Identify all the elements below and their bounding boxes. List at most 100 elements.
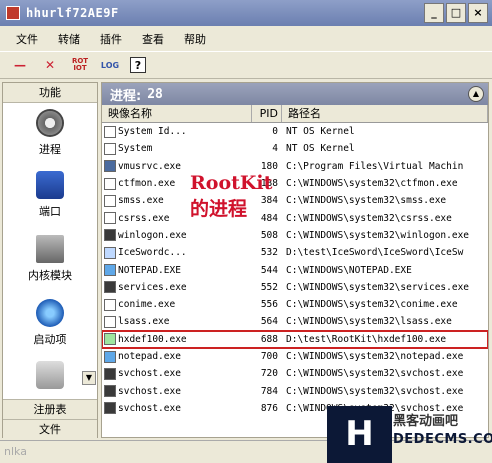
process-name: System	[118, 143, 153, 155]
cell-pid: 564	[260, 316, 278, 328]
function-panel: 功能 进程 端口 内核模块 启动项 ▼ 注册表 文件	[2, 82, 98, 439]
cell-image-name: winlogon.exe	[102, 229, 252, 242]
minimize-button[interactable]: _	[424, 3, 444, 23]
cell-path: NT OS Kernel	[286, 143, 355, 155]
sidebar-item-startup[interactable]: 启动项	[3, 299, 97, 347]
cell-path: C:\WINDOWS\system32\svchost.exe	[286, 368, 464, 380]
column-image-name[interactable]: 映像名称	[102, 105, 252, 122]
table-row[interactable]: svchost.exe 720 C:\WINDOWS\system32\svchos…	[102, 365, 488, 382]
sidebar-item-label: 端口	[39, 205, 61, 218]
menu-view[interactable]: 查看	[140, 30, 166, 48]
tab-registry[interactable]: 注册表	[3, 399, 97, 419]
cell-path: C:\Program Files\Virtual Machin	[286, 160, 464, 172]
minus-icon[interactable]: —	[10, 55, 30, 75]
process-name: IceSwordc...	[118, 247, 187, 259]
menu-file[interactable]: 文件	[14, 30, 40, 48]
cell-pid: 508	[260, 229, 278, 241]
table-row[interactable]: hxdef100.exe 688 D:\test\RootKit\hxdef100.…	[102, 329, 488, 349]
function-panel-header: 功能	[3, 83, 97, 103]
help-icon[interactable]: ?	[130, 57, 146, 73]
menu-dump[interactable]: 转储	[56, 30, 82, 48]
process-icon	[104, 246, 116, 259]
process-icon	[104, 125, 116, 138]
process-icon	[104, 333, 116, 346]
status-text: nlka	[4, 445, 27, 458]
process-icon	[104, 160, 116, 173]
process-name: winlogon.exe	[118, 229, 187, 241]
cell-path: C:\WINDOWS\system32\lsass.exe	[286, 316, 452, 328]
table-row[interactable]: ctfmon.exe 188 C:\WINDOWS\system32\ctfmon.…	[102, 175, 488, 192]
cell-path: C:\WINDOWS\system32\services.exe	[286, 281, 470, 293]
table-header: 映像名称 PID 路径名	[102, 105, 488, 123]
process-icon	[104, 367, 116, 380]
process-name: ctfmon.exe	[118, 178, 176, 190]
rot-button[interactable]: ROT IOT	[70, 55, 90, 75]
process-icon	[104, 350, 116, 363]
sidebar-item-kernel-modules[interactable]: 内核模块	[3, 235, 97, 283]
menu-plugins[interactable]: 插件	[98, 30, 124, 48]
cell-image-name: lsass.exe	[102, 315, 252, 328]
table-row[interactable]: lsass.exe 564 C:\WINDOWS\system32\lsass.ex…	[102, 313, 488, 330]
sidebar-item-process[interactable]: 进程	[3, 109, 97, 157]
rot-bottom-label: IOT	[73, 64, 87, 72]
process-icon	[104, 177, 116, 190]
startup-icon	[36, 299, 64, 327]
tab-files[interactable]: 文件	[3, 419, 97, 439]
process-name: conime.exe	[118, 299, 176, 311]
log-button[interactable]: LOG	[100, 55, 120, 75]
delete-icon[interactable]: ✕	[40, 55, 60, 75]
process-icon	[104, 142, 116, 155]
cell-image-name: IceSwordc...	[102, 246, 252, 259]
process-icon	[104, 212, 116, 225]
window-title: hhurlf72AE9F	[26, 6, 119, 20]
cell-path: C:\WINDOWS\system32\svchost.exe	[286, 385, 464, 397]
cell-path: C:\WINDOWS\system32\notepad.exe	[286, 351, 464, 362]
scroll-down-button[interactable]: ▼	[82, 371, 96, 385]
sidebar-item-label: 内核模块	[28, 269, 72, 282]
cell-pid: 180	[260, 160, 278, 172]
cell-path: C:\WINDOWS\system32\smss.exe	[286, 195, 447, 207]
table-row[interactable]: conime.exe 556 C:\WINDOWS\system32\conime.…	[102, 296, 488, 313]
cell-path: C:\WINDOWS\system32\conime.exe	[286, 299, 458, 311]
cell-pid: 556	[260, 299, 278, 311]
sidebar-item-label: 进程	[39, 143, 61, 156]
process-name: svchost.exe	[118, 368, 181, 380]
table-row[interactable]: smss.exe 384 C:\WINDOWS\system32\smss.exe	[102, 192, 488, 209]
table-row[interactable]: csrss.exe 484 C:\WINDOWS\system32\csrss.ex…	[102, 209, 488, 226]
process-icon	[104, 402, 116, 415]
process-name: services.exe	[118, 281, 187, 293]
table-row[interactable]: winlogon.exe 508 C:\WINDOWS\system32\winlo…	[102, 227, 488, 244]
table-row[interactable]: vmusrvc.exe 180 C:\Program Files\Virtual M…	[102, 158, 488, 175]
table-row[interactable]: System Id... 0 NT OS Kernel	[102, 123, 488, 140]
cell-pid: 0	[272, 126, 278, 138]
process-icon	[104, 281, 116, 294]
table-row[interactable]: System 4 NT OS Kernel	[102, 140, 488, 157]
watermark-logo: H	[327, 406, 392, 463]
table-row[interactable]: notepad.exe 700 C:\WINDOWS\system32\notepa…	[102, 348, 488, 365]
cell-pid: 484	[260, 212, 278, 224]
column-path[interactable]: 路径名	[282, 105, 488, 122]
cell-pid: 720	[260, 368, 278, 380]
cell-pid: 532	[260, 247, 278, 259]
table-row[interactable]: svchost.exe 784 C:\WINDOWS\system32\svchos…	[102, 382, 488, 399]
panel-title: 进程:	[110, 88, 142, 104]
collapse-icon[interactable]: ▲	[468, 86, 484, 102]
maximize-button[interactable]: □	[446, 3, 466, 23]
cell-image-name: System Id...	[102, 125, 252, 138]
cell-image-name: NOTEPAD.EXE	[102, 264, 252, 277]
cell-path: D:\test\RootKit\hxdef100.exe	[286, 333, 447, 345]
menu-help[interactable]: 帮助	[182, 30, 208, 48]
column-pid[interactable]: PID	[252, 105, 282, 122]
sidebar-item-port[interactable]: 端口	[3, 171, 97, 219]
close-button[interactable]: ×	[468, 3, 488, 23]
cell-pid: 700	[260, 351, 278, 362]
annotation-process: 的进程	[190, 198, 248, 220]
cell-pid: 784	[260, 385, 278, 397]
cell-pid: 552	[260, 281, 278, 293]
cell-pid: 4	[272, 143, 278, 155]
process-count: 28	[147, 86, 163, 102]
table-row[interactable]: services.exe 552 C:\WINDOWS\system32\servi…	[102, 279, 488, 296]
table-row[interactable]: NOTEPAD.EXE 544 C:\WINDOWS\NOTEPAD.EXE	[102, 261, 488, 278]
table-row[interactable]: IceSwordc... 532 D:\test\IceSword\IceSword…	[102, 244, 488, 261]
cell-image-name: conime.exe	[102, 298, 252, 311]
